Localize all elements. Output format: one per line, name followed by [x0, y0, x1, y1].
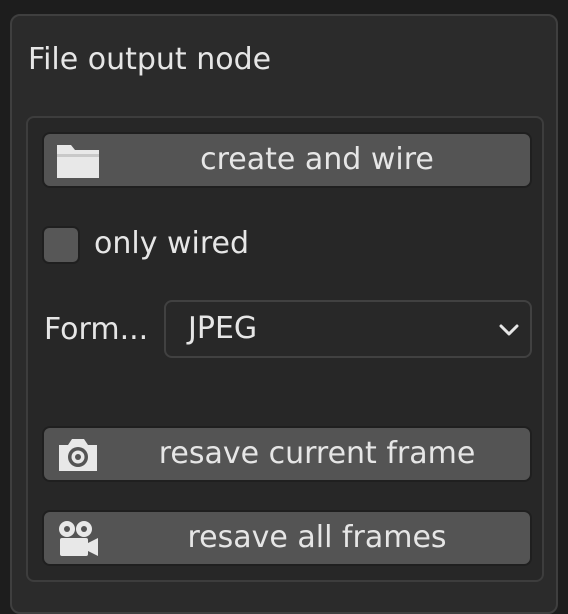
camera-icon [59, 439, 97, 471]
panel-content-box: create and wire only wired Form... JPEG … [26, 116, 544, 582]
chevron-down-icon [499, 324, 519, 336]
format-select-value: JPEG [188, 311, 258, 346]
movie-camera-icon [59, 521, 98, 556]
folder-icon [57, 145, 99, 178]
panel-title: File output node [28, 42, 272, 77]
format-select[interactable]: JPEG [164, 300, 532, 358]
resave-all-frames-button[interactable]: resave all frames [42, 510, 532, 566]
only-wired-checkbox[interactable] [42, 226, 80, 264]
create-and-wire-button[interactable]: create and wire [42, 132, 532, 188]
format-label: Form... [44, 312, 149, 347]
file-output-panel: File output node create and wire only wi… [10, 14, 558, 614]
resave-all-frames-label: resave all frames [187, 520, 447, 555]
resave-current-frame-label: resave current frame [158, 436, 476, 471]
resave-current-frame-button[interactable]: resave current frame [42, 426, 532, 482]
only-wired-label: only wired [94, 226, 250, 261]
create-and-wire-label: create and wire [200, 142, 434, 177]
